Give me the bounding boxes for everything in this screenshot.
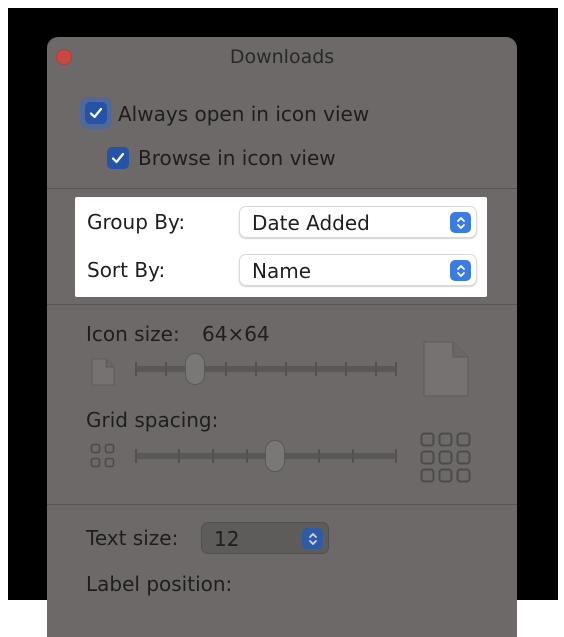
grouping-section: Group By: Date Added Sort By: Name	[75, 197, 487, 297]
view-options-window: Downloads Always open in icon view Brows…	[47, 37, 517, 637]
icon-size-label: Icon size:	[86, 322, 180, 346]
slider-tick	[315, 362, 317, 376]
browse-icon-view-checkbox[interactable]	[107, 147, 129, 169]
always-open-icon-view-checkbox[interactable]	[85, 102, 107, 124]
slider-tick	[165, 362, 167, 376]
checkmark-icon	[89, 107, 103, 119]
slider-tick	[395, 362, 397, 376]
text-size-label: Text size:	[86, 526, 179, 550]
browse-icon-view-label: Browse in icon view	[138, 146, 336, 170]
up-down-chevron-icon	[450, 260, 471, 281]
sort-by-popup[interactable]: Name	[239, 254, 477, 286]
slider-track	[135, 366, 397, 372]
slider-thumb[interactable]	[186, 354, 204, 384]
up-down-chevron-icon	[302, 528, 323, 549]
slider-thumb[interactable]	[266, 441, 284, 471]
window-title: Downloads	[229, 46, 335, 68]
icon-size-value: 64×64	[202, 322, 270, 346]
sort-by-value: Name	[252, 259, 312, 283]
group-by-label: Group By:	[87, 210, 186, 234]
large-document-icon	[423, 341, 469, 397]
slider-tick	[352, 449, 354, 463]
divider	[47, 188, 517, 189]
group-by-popup[interactable]: Date Added	[239, 206, 477, 238]
group-by-value: Date Added	[252, 211, 370, 235]
slider-tick	[395, 449, 397, 463]
always-open-icon-view-label: Always open in icon view	[118, 102, 370, 126]
slider-tick	[178, 449, 180, 463]
text-size-value: 12	[214, 527, 240, 551]
slider-tick	[135, 449, 137, 463]
slider-tick	[246, 449, 248, 463]
text-size-popup[interactable]: 12	[201, 522, 329, 554]
slider-tick	[135, 362, 137, 376]
slider-tick	[255, 362, 257, 376]
slider-tick	[225, 362, 227, 376]
divider	[47, 304, 517, 305]
checkmark-icon	[111, 152, 125, 164]
small-grid-icon	[90, 443, 115, 468]
large-grid-icon	[420, 432, 471, 483]
up-down-chevron-icon	[450, 212, 471, 233]
slider-tick	[375, 362, 377, 376]
label-position-label: Label position:	[86, 572, 233, 596]
slider-tick	[345, 362, 347, 376]
slider-tick	[212, 449, 214, 463]
slider-tick	[285, 362, 287, 376]
grid-spacing-label: Grid spacing:	[86, 408, 219, 432]
divider	[47, 504, 517, 505]
sort-by-label: Sort By:	[87, 258, 166, 282]
small-document-icon	[91, 358, 115, 386]
slider-tick	[318, 449, 320, 463]
title-bar: Downloads	[47, 37, 517, 77]
